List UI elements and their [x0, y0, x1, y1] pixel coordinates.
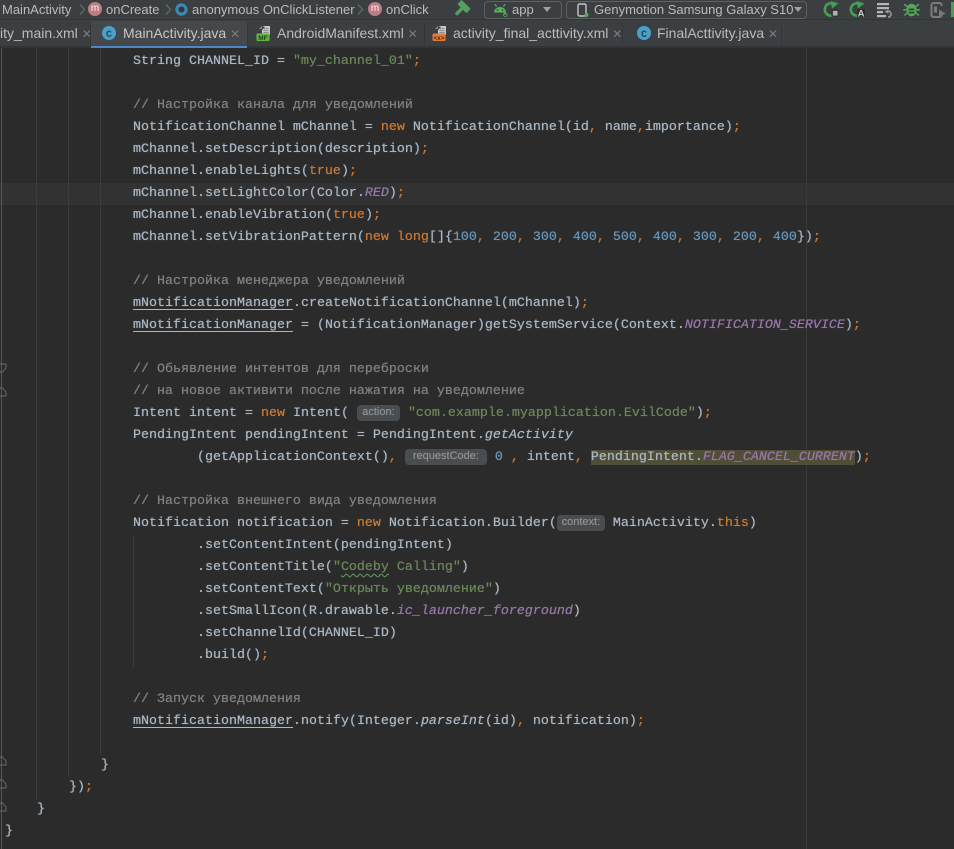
svg-text:C: C [106, 30, 112, 41]
svg-text:C: C [641, 30, 647, 41]
svg-text:MF: MF [258, 35, 267, 42]
svg-text:<x>: <x> [433, 35, 444, 42]
svg-text:A: A [858, 8, 865, 19]
